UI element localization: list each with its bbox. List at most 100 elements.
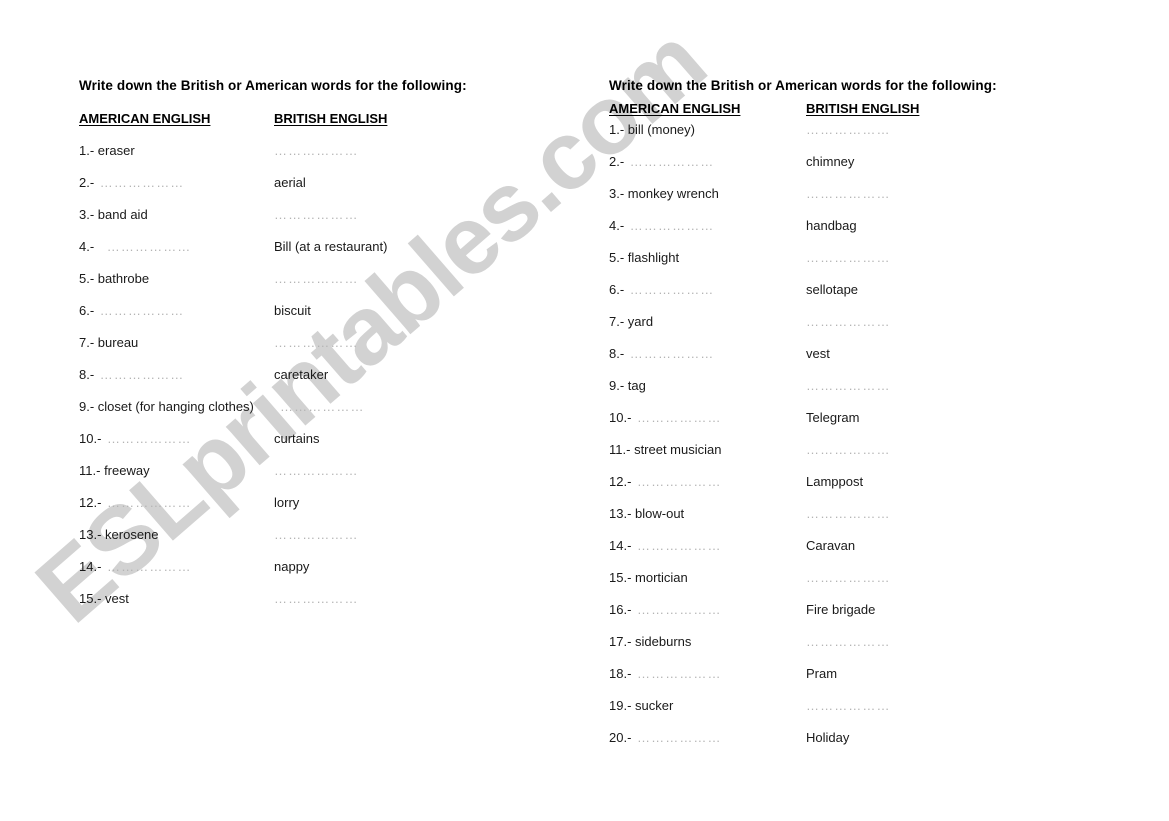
british-cell[interactable]: ……………… (806, 698, 891, 714)
american-answer-blank[interactable]: ……………… (637, 538, 722, 553)
british-answer-blank[interactable]: ……………… (806, 378, 891, 393)
american-cell: 7.- bureau (79, 335, 138, 351)
american-answer-blank[interactable]: ……………… (630, 346, 715, 361)
british-word: Caravan (806, 538, 856, 553)
american-cell[interactable]: 14.- ……………… (609, 538, 722, 554)
british-answer-blank[interactable]: ……………… (274, 271, 359, 286)
american-answer-blank[interactable]: ……………… (630, 154, 715, 169)
american-cell[interactable]: 14.- ……………… (79, 559, 192, 575)
british-answer-blank[interactable]: ……………… (280, 399, 365, 414)
american-cell[interactable]: 10.- ……………… (79, 431, 192, 447)
instruction-text: Write down the British or American words… (79, 78, 467, 93)
british-word: biscuit (274, 303, 311, 318)
american-word: bureau (97, 335, 139, 350)
american-cell[interactable]: 8.- ……………… (79, 367, 184, 383)
american-answer-blank[interactable]: ……………… (637, 410, 722, 425)
american-cell[interactable]: 2.- ……………… (609, 154, 714, 170)
british-cell[interactable]: ……………… (806, 634, 891, 650)
british-cell[interactable]: ……………… (280, 399, 365, 415)
british-answer-blank[interactable]: ……………… (274, 143, 359, 158)
row-number: 20.- (609, 730, 632, 745)
british-answer-blank[interactable]: ……………… (274, 527, 359, 542)
worksheet-row: 1.- bill (money) ……………… (609, 122, 1089, 154)
american-answer-blank[interactable]: ……………… (100, 303, 185, 318)
row-number: 2.- (79, 175, 95, 190)
british-cell: biscuit (274, 303, 311, 319)
british-word: Bill (at a restaurant) (274, 239, 388, 254)
british-cell[interactable]: ……………… (274, 143, 359, 159)
american-cell[interactable]: 2.- ……………… (79, 175, 184, 191)
british-answer-blank[interactable]: ……………… (274, 463, 359, 478)
british-answer-blank[interactable]: ……………… (806, 442, 891, 457)
british-cell[interactable]: ……………… (274, 335, 359, 351)
american-answer-blank[interactable]: ……………… (630, 218, 715, 233)
american-answer-blank[interactable]: ……………… (637, 474, 722, 489)
row-number: 3.- (79, 207, 95, 222)
american-cell[interactable]: 18.- ……………… (609, 666, 722, 682)
american-answer-blank[interactable]: ……………… (100, 175, 185, 190)
american-answer-blank[interactable]: ……………… (637, 602, 722, 617)
american-answer-blank[interactable]: ……………… (107, 431, 192, 446)
worksheet-row: 20.- ……………… Holiday (609, 730, 1089, 762)
british-word: sellotape (806, 282, 859, 297)
british-answer-blank[interactable]: ……………… (806, 122, 891, 137)
british-answer-blank[interactable]: ……………… (806, 314, 891, 329)
british-answer-blank[interactable]: ……………… (806, 698, 891, 713)
british-word: nappy (274, 559, 310, 574)
british-answer-blank[interactable]: ……………… (806, 634, 891, 649)
american-cell: 9.- closet (for hanging clothes) (79, 399, 254, 415)
american-cell[interactable]: 10.- ……………… (609, 410, 722, 426)
american-cell[interactable]: 4.- ……………… (79, 239, 191, 255)
american-cell[interactable]: 6.- ……………… (79, 303, 184, 319)
british-cell: Telegram (806, 410, 859, 426)
american-cell[interactable]: 16.- ……………… (609, 602, 722, 618)
british-cell: Fire brigade (806, 602, 875, 618)
british-cell[interactable]: ……………… (274, 271, 359, 287)
british-answer-blank[interactable]: ……………… (806, 186, 891, 201)
british-cell[interactable]: ……………… (274, 207, 359, 223)
british-cell[interactable]: ……………… (274, 591, 359, 607)
american-cell: 13.- kerosene (79, 527, 159, 543)
american-cell: 13.- blow-out (609, 506, 684, 522)
british-cell[interactable]: ……………… (806, 314, 891, 330)
british-cell[interactable]: ……………… (806, 122, 891, 138)
american-cell: 19.- sucker (609, 698, 673, 714)
british-answer-blank[interactable]: ……………… (274, 335, 359, 350)
worksheet-row: 5.- flashlight ……………… (609, 250, 1089, 282)
british-cell[interactable]: ……………… (806, 186, 891, 202)
american-cell[interactable]: 12.- ……………… (79, 495, 192, 511)
worksheet-row: 12.- ……………… lorry (79, 495, 549, 527)
american-answer-blank[interactable]: ……………… (630, 282, 715, 297)
american-cell[interactable]: 4.- ……………… (609, 218, 714, 234)
row-number: 1.- (79, 143, 95, 158)
british-cell[interactable]: ……………… (806, 378, 891, 394)
american-cell[interactable]: 8.- ……………… (609, 346, 714, 362)
american-answer-blank[interactable]: ……………… (637, 730, 722, 745)
american-answer-blank[interactable]: ……………… (637, 666, 722, 681)
american-answer-blank[interactable]: ……………… (107, 495, 192, 510)
row-number: 4.- (79, 239, 95, 254)
american-answer-blank[interactable]: ……………… (107, 559, 192, 574)
worksheet-block-left: Write down the British or American words… (79, 78, 549, 623)
british-cell[interactable]: ……………… (274, 527, 359, 543)
american-answer-blank[interactable]: ……………… (107, 239, 192, 254)
british-cell[interactable]: ……………… (806, 250, 891, 266)
american-word: closet (for hanging clothes) (97, 399, 254, 414)
british-answer-blank[interactable]: ……………… (806, 506, 891, 521)
british-cell[interactable]: ……………… (806, 506, 891, 522)
row-number: 1.- (609, 122, 625, 137)
american-answer-blank[interactable]: ……………… (100, 367, 185, 382)
british-cell[interactable]: ……………… (274, 463, 359, 479)
british-answer-blank[interactable]: ……………… (274, 207, 359, 222)
row-number: 16.- (609, 602, 632, 617)
american-cell[interactable]: 20.- ……………… (609, 730, 722, 746)
british-cell[interactable]: ……………… (806, 442, 891, 458)
british-answer-blank[interactable]: ……………… (806, 250, 891, 265)
american-cell[interactable]: 6.- ……………… (609, 282, 714, 298)
american-word: mortician (635, 570, 688, 585)
british-answer-blank[interactable]: ……………… (806, 570, 891, 585)
row-number: 9.- (609, 378, 625, 393)
british-answer-blank[interactable]: ……………… (274, 591, 359, 606)
american-cell[interactable]: 12.- ……………… (609, 474, 722, 490)
british-cell[interactable]: ……………… (806, 570, 891, 586)
